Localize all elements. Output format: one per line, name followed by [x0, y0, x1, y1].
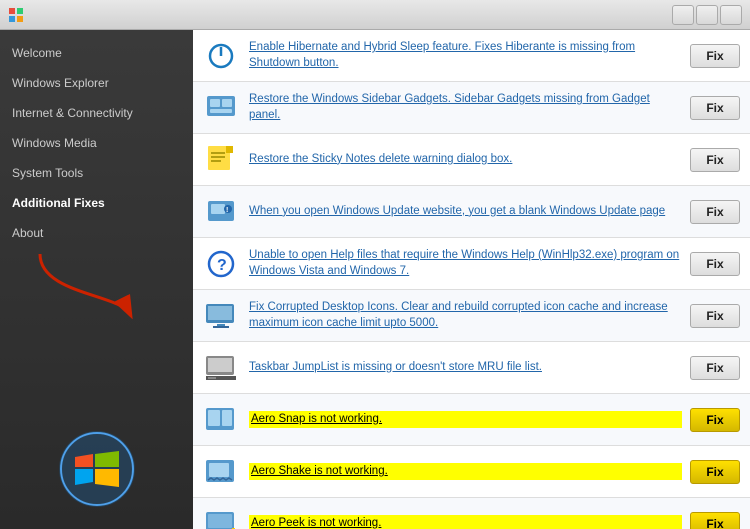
fix-text-6[interactable]: Taskbar JumpList is missing or doesn't s… [249, 360, 682, 376]
sidebar-nav: WelcomeWindows ExplorerInternet & Connec… [0, 30, 193, 419]
fix-button-9[interactable]: Fix [690, 512, 740, 529]
sidebar-logo-area [0, 419, 193, 529]
fix-text-9[interactable]: Aero Peek is not working. [249, 515, 682, 529]
app-icon [8, 7, 24, 23]
sidebar-item-windows-explorer[interactable]: Windows Explorer [0, 68, 193, 98]
fix-text-8[interactable]: Aero Shake is not working. [249, 463, 682, 481]
fix-icon-snap [203, 402, 239, 438]
fix-text-7[interactable]: Aero Snap is not working. [249, 411, 682, 429]
svg-text:!: ! [226, 207, 228, 214]
sidebar-item-system-tools[interactable]: System Tools [0, 158, 193, 188]
fix-icon-desktop [203, 298, 239, 334]
window-controls [672, 5, 742, 25]
maximize-button[interactable] [696, 5, 718, 25]
fix-button-0[interactable]: Fix [690, 44, 740, 68]
fix-icon-peek [203, 506, 239, 529]
fix-icon-shake [203, 454, 239, 490]
fix-icon-power [203, 38, 239, 74]
fix-icon-help: ? [203, 246, 239, 282]
title-bar [0, 0, 750, 30]
fix-item-0: Enable Hibernate and Hybrid Sleep featur… [193, 30, 750, 82]
fix-text-3[interactable]: When you open Windows Update website, yo… [249, 204, 682, 220]
fix-item-2: Restore the Sticky Notes delete warning … [193, 134, 750, 186]
main-container: WelcomeWindows ExplorerInternet & Connec… [0, 30, 750, 529]
fix-button-8[interactable]: Fix [690, 460, 740, 484]
fix-text-5[interactable]: Fix Corrupted Desktop Icons. Clear and r… [249, 300, 682, 331]
fix-text-1[interactable]: Restore the Windows Sidebar Gadgets. Sid… [249, 92, 682, 123]
sidebar-item-welcome[interactable]: Welcome [0, 38, 193, 68]
fix-text-4[interactable]: Unable to open Help files that require t… [249, 248, 682, 279]
fix-item-1: Restore the Windows Sidebar Gadgets. Sid… [193, 82, 750, 134]
arrow-indicator [20, 244, 160, 334]
fix-button-7[interactable]: Fix [690, 408, 740, 432]
content-area: Enable Hibernate and Hybrid Sleep featur… [193, 30, 750, 529]
svg-text:?: ? [217, 257, 227, 274]
fix-item-7: Aero Snap is not working. Fix [193, 394, 750, 446]
fix-item-9: Aero Peek is not working. Fix [193, 498, 750, 529]
fix-icon-taskbar [203, 350, 239, 386]
fix-button-5[interactable]: Fix [690, 304, 740, 328]
fix-icon-gadget [203, 90, 239, 126]
fix-item-5: Fix Corrupted Desktop Icons. Clear and r… [193, 290, 750, 342]
sidebar-item-windows-media[interactable]: Windows Media [0, 128, 193, 158]
fix-button-1[interactable]: Fix [690, 96, 740, 120]
fix-icon-sticky [203, 142, 239, 178]
sidebar: WelcomeWindows ExplorerInternet & Connec… [0, 30, 193, 529]
fix-button-6[interactable]: Fix [690, 356, 740, 380]
windows-logo [57, 429, 137, 509]
close-button[interactable] [720, 5, 742, 25]
fix-item-4: ? Unable to open Help files that require … [193, 238, 750, 290]
fix-button-4[interactable]: Fix [690, 252, 740, 276]
fix-item-6: Taskbar JumpList is missing or doesn't s… [193, 342, 750, 394]
fix-text-0[interactable]: Enable Hibernate and Hybrid Sleep featur… [249, 40, 682, 71]
fix-item-3: ! When you open Windows Update website, y… [193, 186, 750, 238]
fix-button-3[interactable]: Fix [690, 200, 740, 224]
title-bar-left [8, 7, 30, 23]
fix-item-8: Aero Shake is not working. Fix [193, 446, 750, 498]
minimize-button[interactable] [672, 5, 694, 25]
fix-text-2[interactable]: Restore the Sticky Notes delete warning … [249, 152, 682, 168]
fix-icon-update: ! [203, 194, 239, 230]
sidebar-item-internet-connectivity[interactable]: Internet & Connectivity [0, 98, 193, 128]
fix-button-2[interactable]: Fix [690, 148, 740, 172]
sidebar-item-additional-fixes[interactable]: Additional Fixes [0, 188, 193, 218]
